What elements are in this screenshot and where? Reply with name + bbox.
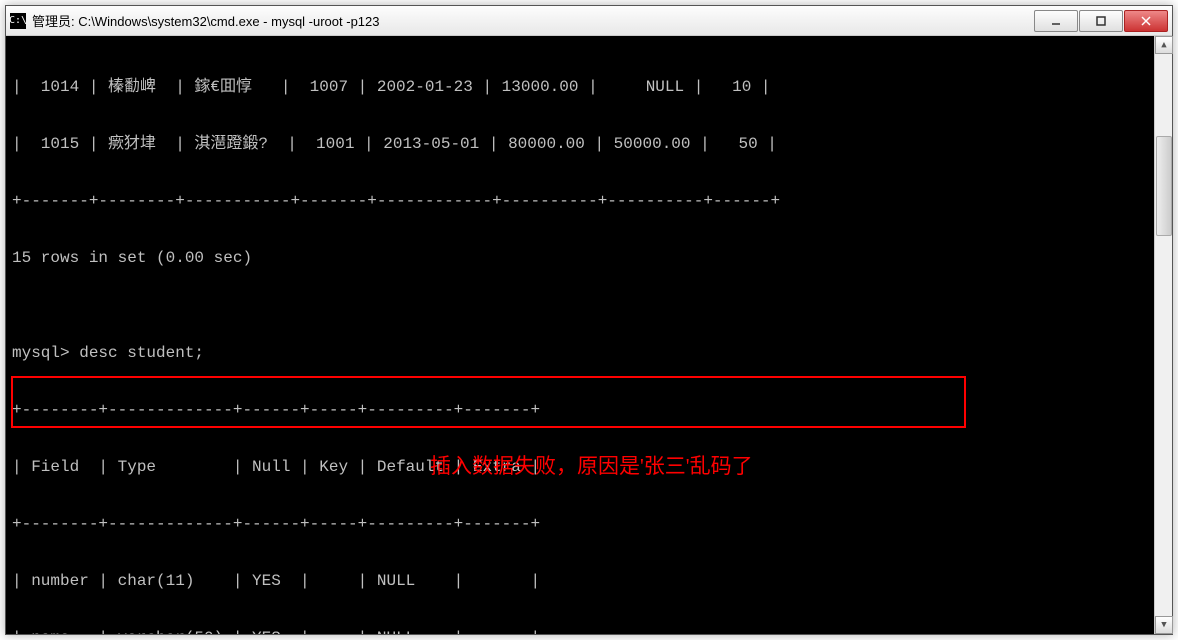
terminal-line: 15 rows in set (0.00 sec) bbox=[12, 249, 1166, 268]
terminal-output[interactable]: | 1014 | 榛勫崥 | 鎵€囬惇 | 1007 | 2002-01-23 … bbox=[6, 36, 1172, 634]
close-icon bbox=[1140, 15, 1152, 27]
minimize-icon bbox=[1050, 15, 1062, 27]
terminal-line: +-------+--------+-----------+-------+--… bbox=[12, 192, 1166, 211]
maximize-button[interactable] bbox=[1079, 10, 1123, 32]
scroll-down-button[interactable]: ▼ bbox=[1155, 616, 1173, 634]
terminal-line: +--------+-------------+------+-----+---… bbox=[12, 515, 1166, 534]
terminal-line: | number | char(11) | YES | | NULL | | bbox=[12, 572, 1166, 591]
vertical-scrollbar[interactable]: ▲ ▼ bbox=[1154, 36, 1172, 634]
terminal-line: | Field | Type | Null | Key | Default | … bbox=[12, 458, 1166, 477]
terminal-line: mysql> desc student; bbox=[12, 344, 1166, 363]
terminal-line: | 1015 | 瘚犲垏 | 淇潖蹬鍛? | 1001 | 2013-05-01… bbox=[12, 135, 1166, 154]
terminal-line: +--------+-------------+------+-----+---… bbox=[12, 401, 1166, 420]
window-controls bbox=[1033, 10, 1168, 32]
terminal-line: | name | varchar(50) | YES | | NULL | | bbox=[12, 629, 1166, 634]
scroll-thumb[interactable] bbox=[1156, 136, 1172, 236]
close-button[interactable] bbox=[1124, 10, 1168, 32]
window-title: 管理员: C:\Windows\system32\cmd.exe - mysql… bbox=[32, 11, 1033, 30]
scroll-up-button[interactable]: ▲ bbox=[1155, 36, 1173, 54]
terminal-line: | 1014 | 榛勫崥 | 鎵€囬惇 | 1007 | 2002-01-23 … bbox=[12, 78, 1166, 97]
minimize-button[interactable] bbox=[1034, 10, 1078, 32]
titlebar[interactable]: C:\ 管理员: C:\Windows\system32\cmd.exe - m… bbox=[6, 6, 1172, 36]
maximize-icon bbox=[1095, 15, 1107, 27]
app-icon: C:\ bbox=[10, 13, 26, 29]
command-prompt-window: C:\ 管理员: C:\Windows\system32\cmd.exe - m… bbox=[5, 5, 1173, 635]
